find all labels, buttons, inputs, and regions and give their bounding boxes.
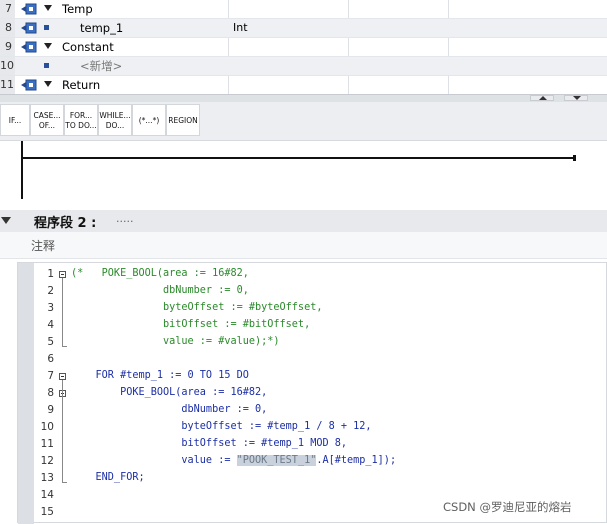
- line-number: 8: [47, 387, 54, 399]
- interface-row-return[interactable]: 11 Return: [0, 76, 607, 95]
- in-out-param-icon: [21, 41, 37, 53]
- button-label: WHILE...: [99, 111, 131, 120]
- button-label: IF...: [8, 116, 22, 125]
- instruction-toolbar: IF... CASE... OF... FOR... TO DO... WHIL…: [0, 102, 607, 141]
- network-line-end: [573, 155, 576, 161]
- line-number: 7: [47, 370, 54, 382]
- row-number: 11: [0, 76, 15, 94]
- if-button[interactable]: IF...: [0, 104, 30, 136]
- add-new-placeholder[interactable]: <新增>: [80, 57, 122, 75]
- scroll-up-button[interactable]: [530, 95, 554, 101]
- button-label: REGION: [168, 116, 198, 125]
- variable-type[interactable]: Int: [233, 19, 248, 37]
- section-name: Constant: [62, 40, 114, 54]
- interface-row-temp-1[interactable]: 8 temp_1 Int: [0, 19, 607, 38]
- collapse-triangle-icon[interactable]: [1, 217, 11, 224]
- code-line[interactable]: END_FOR;: [71, 472, 145, 483]
- line-number: 2: [47, 285, 54, 297]
- scroll-down-button[interactable]: [564, 95, 588, 101]
- code-line[interactable]: FOR #temp_1 := 0 TO 15 DO: [71, 370, 249, 381]
- line-number: 4: [47, 319, 54, 331]
- previous-network-area: [0, 141, 607, 211]
- code-line[interactable]: bitOffset := #bitOffset,: [71, 319, 310, 330]
- in-out-param-icon: [21, 3, 37, 15]
- code-line[interactable]: dbNumber := 0,: [71, 404, 267, 415]
- line-number: 1: [47, 268, 54, 280]
- while-do-button[interactable]: WHILE... DO...: [98, 104, 132, 136]
- network-line: [22, 157, 576, 159]
- line-number: 14: [40, 489, 54, 501]
- button-label: CASE...: [33, 111, 61, 120]
- network-header[interactable]: 程序段 2 : .....: [0, 210, 607, 232]
- region-button[interactable]: REGION: [166, 104, 200, 136]
- variable-icon: [44, 63, 49, 68]
- code-token: value :=: [71, 455, 237, 466]
- selected-string-literal[interactable]: "POOK_TEST_1": [236, 455, 317, 466]
- code-line[interactable]: byteOffset := #temp_1 / 8 + 12,: [71, 421, 371, 432]
- code-line[interactable]: value := #value);*): [71, 336, 280, 347]
- fold-guide: [62, 278, 63, 346]
- network-comment-row[interactable]: 注释: [0, 232, 607, 259]
- fold-toggle-icon[interactable]: [59, 373, 66, 380]
- code-line[interactable]: dbNumber := 0,: [71, 285, 249, 296]
- line-number: 5: [47, 336, 54, 348]
- fold-guide-end: [62, 482, 67, 483]
- comment-block-button[interactable]: (*...*): [132, 104, 166, 136]
- line-number: 3: [47, 302, 54, 314]
- line-number: 15: [40, 506, 54, 518]
- comment-label: 注释: [31, 239, 56, 253]
- section-name: Temp: [62, 2, 93, 16]
- line-number: 12: [40, 455, 54, 467]
- row-number: 7: [0, 0, 15, 18]
- code-line[interactable]: POKE_BOOL(area := 16#82,: [71, 387, 267, 398]
- row-number: 10: [0, 57, 15, 75]
- code-line[interactable]: byteOffset := #byteOffset,: [71, 302, 322, 313]
- line-number: 11: [40, 438, 54, 450]
- section-name: Return: [62, 78, 101, 92]
- interface-row-add[interactable]: 10 <新增>: [0, 57, 607, 76]
- button-label: FOR...: [69, 111, 93, 120]
- watermark: CSDN @罗迪尼亚的熔岩: [443, 500, 572, 514]
- button-label: (*...*): [138, 116, 160, 125]
- chevron-down-icon[interactable]: [44, 5, 52, 11]
- network-name-placeholder[interactable]: .....: [116, 212, 133, 225]
- button-label: DO...: [105, 121, 125, 130]
- interface-row-constant[interactable]: 9 Constant: [0, 38, 607, 57]
- code-line[interactable]: bitOffset := #temp_1 MOD 8,: [71, 438, 347, 449]
- line-number: 10: [40, 421, 54, 433]
- line-number: 9: [47, 404, 54, 416]
- button-label: OF...: [38, 121, 56, 130]
- fold-guide: [62, 380, 63, 482]
- for-to-do-button[interactable]: FOR... TO DO...: [64, 104, 98, 136]
- in-out-param-icon: [21, 79, 37, 91]
- scl-code-editor[interactable]: 1 2 3 4 5 6 7 8 9 10 11 12 13 14 15 (* P…: [17, 262, 607, 524]
- chevron-down-icon[interactable]: [44, 43, 52, 49]
- button-label: TO DO...: [65, 121, 97, 130]
- fold-toggle-icon[interactable]: [59, 271, 66, 278]
- interface-row-temp[interactable]: 7 Temp: [0, 0, 607, 19]
- interface-table: 7 Temp 8 temp_1 Int 9 Constant 10 <新增> 1…: [0, 0, 607, 95]
- power-rail: [21, 141, 23, 199]
- editor-gutter: [18, 263, 34, 524]
- in-out-param-icon: [21, 22, 37, 34]
- variable-name[interactable]: temp_1: [80, 19, 123, 37]
- case-of-button[interactable]: CASE... OF...: [30, 104, 64, 136]
- line-number: 6: [47, 353, 54, 365]
- fold-guide-end: [62, 346, 67, 347]
- code-line[interactable]: (* POKE_BOOL(area := 16#82,: [71, 268, 249, 279]
- chevron-down-icon[interactable]: [44, 81, 52, 87]
- network-title: 程序段 2 :: [34, 216, 97, 231]
- row-number: 9: [0, 38, 15, 56]
- row-number: 8: [0, 19, 15, 37]
- line-number: 13: [40, 472, 54, 484]
- variable-icon: [44, 25, 49, 30]
- code-line[interactable]: value := "POOK_TEST_1".A[#temp_1]);: [71, 455, 396, 466]
- code-token: .A[#temp_1]);: [316, 455, 397, 466]
